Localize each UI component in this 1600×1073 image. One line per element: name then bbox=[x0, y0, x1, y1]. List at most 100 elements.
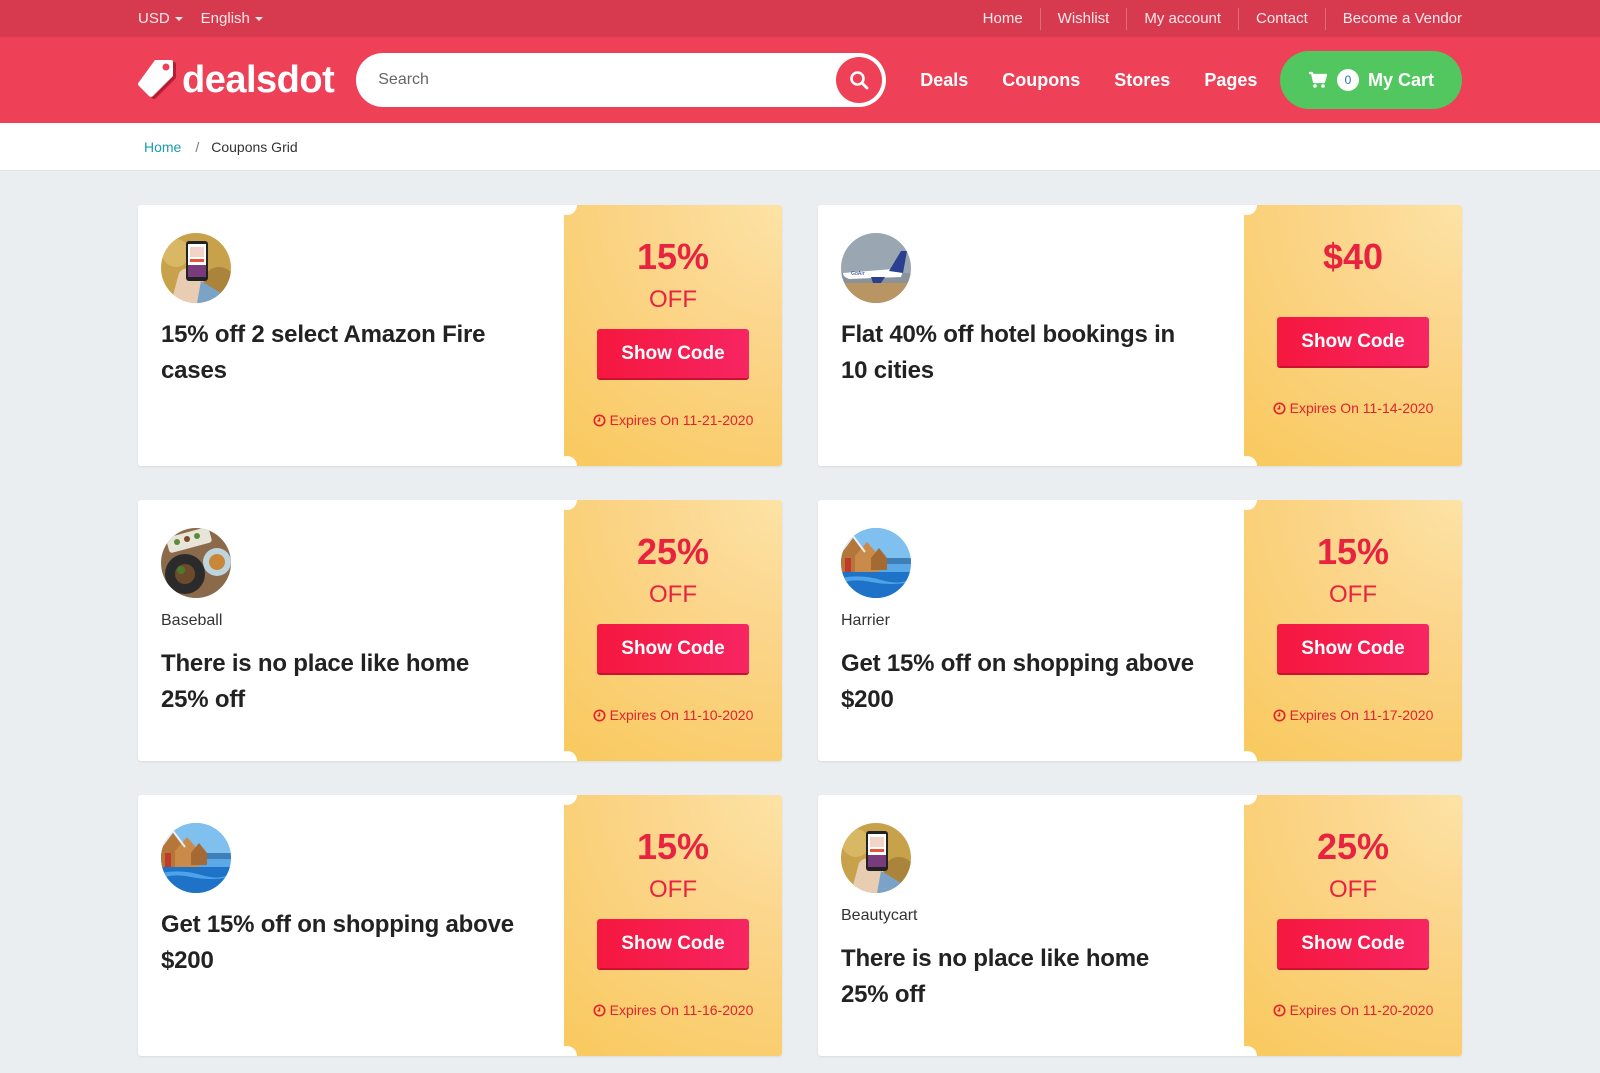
discount-amount: 25% bbox=[636, 531, 710, 572]
nav-stores[interactable]: Stores bbox=[1114, 70, 1170, 91]
airplane-image[interactable]: GoAir bbox=[841, 233, 911, 303]
clock-icon bbox=[1273, 401, 1286, 415]
nav-coupons[interactable]: Coupons bbox=[1002, 70, 1080, 91]
caret-down-icon bbox=[174, 16, 183, 21]
expiry-date: Expires On 11-16-2020 bbox=[564, 1002, 782, 1018]
coupon-offer-panel: 15% OFF Show Code Expires On 11-17-2020 bbox=[1237, 500, 1462, 761]
coupon-title[interactable]: 15% off 2 select Amazon Fire cases bbox=[161, 317, 521, 389]
search-bar bbox=[356, 53, 887, 107]
coupon-card: Beautycart There is no place like home 2… bbox=[818, 795, 1462, 1056]
coupon-info: GoAir Flat 40% off hotel bookings in 10 … bbox=[818, 205, 1244, 466]
store-name[interactable]: Harrier bbox=[841, 612, 1244, 630]
price-tag-icon bbox=[138, 60, 176, 99]
expiry-text: Expires On 11-20-2020 bbox=[1289, 1002, 1434, 1018]
cart-count-badge: 0 bbox=[1336, 69, 1359, 91]
coupon-title[interactable]: Get 15% off on shopping above $200 bbox=[161, 907, 521, 979]
show-code-button[interactable]: Show Code bbox=[1277, 317, 1429, 366]
expiry-text: Expires On 11-16-2020 bbox=[609, 1002, 754, 1018]
discount-amount: 15% bbox=[636, 826, 710, 867]
coupon-card: Get 15% off on shopping above $200 15% O… bbox=[138, 795, 782, 1056]
coupon-title[interactable]: Get 15% off on shopping above $200 bbox=[841, 646, 1201, 718]
coupon-title[interactable]: There is no place like home 25% off bbox=[841, 941, 1201, 1013]
discount-amount: 25% bbox=[1316, 826, 1390, 867]
expiry-date: Expires On 11-20-2020 bbox=[1244, 1002, 1462, 1018]
clock-icon bbox=[1273, 708, 1286, 722]
coupon-card: Harrier Get 15% off on shopping above $2… bbox=[818, 500, 1462, 761]
logo[interactable]: dealsdot bbox=[138, 58, 335, 102]
coupon-info: 15% off 2 select Amazon Fire cases bbox=[138, 205, 564, 466]
coupon-info: Harrier Get 15% off on shopping above $2… bbox=[818, 500, 1244, 761]
main-header: dealsdot Deals Coupons Stores Pages 0 bbox=[0, 37, 1600, 123]
expiry-text: Expires On 11-21-2020 bbox=[609, 412, 754, 428]
caret-down-icon bbox=[254, 16, 263, 21]
top-link-home[interactable]: Home bbox=[966, 8, 1040, 30]
coupon-offer-panel: 25% OFF Show Code Expires On 11-20-2020 bbox=[1237, 795, 1462, 1056]
discount-amount: $40 bbox=[1322, 236, 1384, 277]
coupon-card: 15% off 2 select Amazon Fire cases 15% O… bbox=[138, 205, 782, 466]
coupon-info: Baseball There is no place like home 25%… bbox=[138, 500, 564, 761]
breadcrumb-home[interactable]: Home bbox=[144, 139, 181, 155]
coupons-grid: 15% off 2 select Amazon Fire cases 15% O… bbox=[138, 205, 1462, 1056]
clock-icon bbox=[593, 1003, 606, 1017]
phone-promo-image[interactable] bbox=[161, 233, 231, 303]
nav-pages[interactable]: Pages bbox=[1204, 70, 1257, 91]
resort-image[interactable] bbox=[161, 823, 231, 893]
coupon-offer-panel: 25% OFF Show Code Expires On 11-10-2020 bbox=[557, 500, 782, 761]
clock-icon bbox=[593, 708, 606, 722]
coupon-card: GoAir Flat 40% off hotel bookings in 10 … bbox=[818, 205, 1462, 466]
coupon-info: Get 15% off on shopping above $200 bbox=[138, 795, 564, 1056]
expiry-date: Expires On 11-17-2020 bbox=[1244, 707, 1462, 723]
search-button[interactable] bbox=[836, 57, 883, 103]
top-link-wishlist[interactable]: Wishlist bbox=[1039, 7, 1127, 30]
expiry-date: Expires On 11-10-2020 bbox=[564, 707, 782, 723]
top-link-contact[interactable]: Contact bbox=[1238, 7, 1325, 30]
show-code-button[interactable]: Show Code bbox=[597, 919, 749, 968]
coupon-title[interactable]: Flat 40% off hotel bookings in 10 cities bbox=[841, 317, 1201, 389]
currency-dropdown[interactable]: USD bbox=[138, 10, 183, 27]
phone-promo-image[interactable] bbox=[841, 823, 911, 893]
expiry-text: Expires On 11-14-2020 bbox=[1289, 400, 1434, 416]
top-link-become-vendor[interactable]: Become a Vendor bbox=[1324, 7, 1462, 30]
coupon-info: Beautycart There is no place like home 2… bbox=[818, 795, 1244, 1056]
store-name[interactable]: Beautycart bbox=[841, 907, 1244, 925]
main-nav: Deals Coupons Stores Pages bbox=[920, 70, 1257, 91]
show-code-button[interactable]: Show Code bbox=[597, 624, 749, 673]
discount-off-label: OFF bbox=[649, 581, 697, 608]
expiry-text: Expires On 11-17-2020 bbox=[1289, 707, 1434, 723]
search-icon bbox=[850, 71, 869, 90]
discount-off-label: OFF bbox=[1329, 581, 1377, 608]
top-bar: USD English Home Wishlist My account Con… bbox=[0, 0, 1600, 37]
breadcrumb-separator: / bbox=[195, 139, 200, 155]
top-link-my-account[interactable]: My account bbox=[1126, 7, 1238, 30]
coupon-title[interactable]: There is no place like home 25% off bbox=[161, 646, 521, 718]
language-dropdown[interactable]: English bbox=[201, 10, 263, 27]
breadcrumb-current: Coupons Grid bbox=[211, 139, 298, 155]
cart-button[interactable]: 0 My Cart bbox=[1280, 51, 1462, 109]
coupon-offer-panel: 15% OFF Show Code Expires On 11-16-2020 bbox=[557, 795, 782, 1056]
show-code-button[interactable]: Show Code bbox=[1277, 624, 1429, 673]
expiry-date: Expires On 11-21-2020 bbox=[564, 412, 782, 428]
search-input[interactable] bbox=[378, 71, 837, 89]
expiry-text: Expires On 11-10-2020 bbox=[609, 707, 754, 723]
discount-off-label: OFF bbox=[649, 286, 697, 313]
discount-amount: 15% bbox=[1316, 531, 1390, 572]
logo-text: dealsdot bbox=[182, 58, 335, 101]
language-label: English bbox=[200, 10, 250, 27]
cart-icon bbox=[1308, 71, 1328, 88]
coupon-offer-panel: 15% OFF Show Code Expires On 11-21-2020 bbox=[557, 205, 782, 466]
svg-text:GoAir: GoAir bbox=[851, 271, 866, 277]
resort-image[interactable] bbox=[841, 528, 911, 598]
food-image[interactable] bbox=[161, 528, 231, 598]
nav-deals[interactable]: Deals bbox=[920, 70, 968, 91]
show-code-button[interactable]: Show Code bbox=[597, 329, 749, 378]
coupon-offer-panel: $40 Show Code Expires On 11-14-2020 bbox=[1237, 205, 1462, 466]
show-code-button[interactable]: Show Code bbox=[1277, 919, 1429, 968]
clock-icon bbox=[1273, 1003, 1286, 1017]
discount-off-label: OFF bbox=[1329, 876, 1377, 903]
discount-off-label: OFF bbox=[649, 876, 697, 903]
store-name[interactable]: Baseball bbox=[161, 612, 564, 630]
currency-label: USD bbox=[138, 10, 170, 27]
coupon-card: Baseball There is no place like home 25%… bbox=[138, 500, 782, 761]
discount-amount: 15% bbox=[636, 236, 710, 277]
clock-icon bbox=[593, 413, 606, 427]
